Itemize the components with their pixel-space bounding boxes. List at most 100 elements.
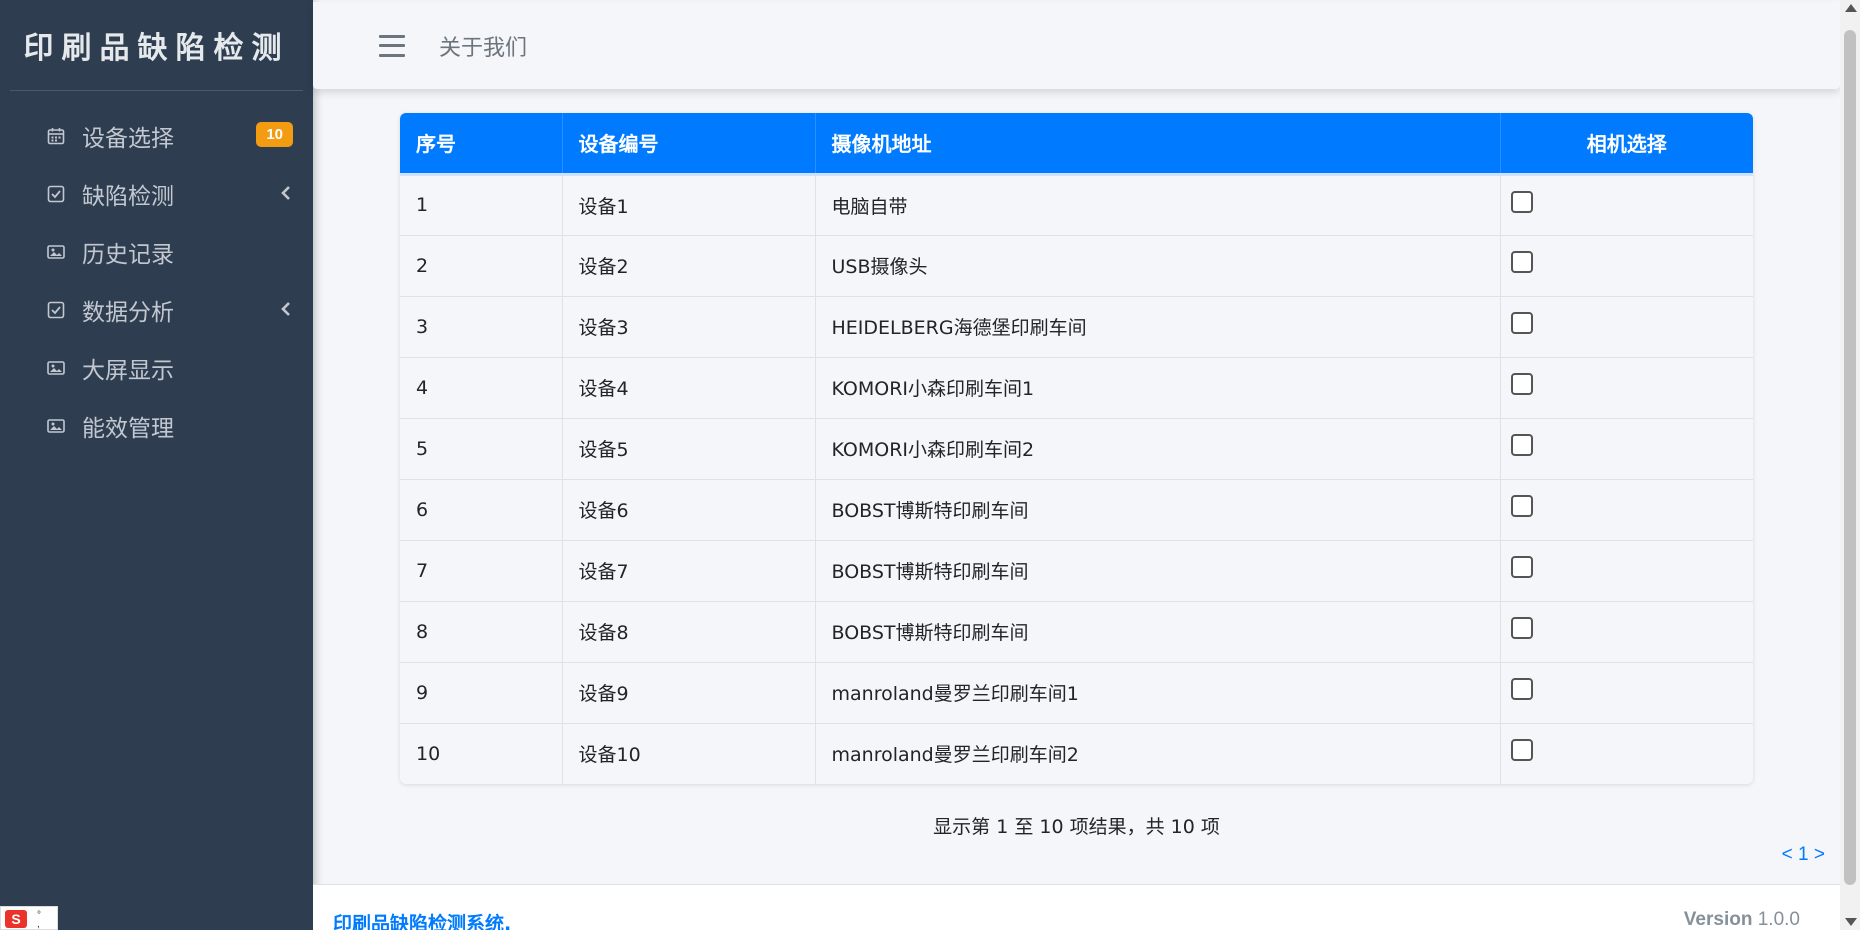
footer-copyright[interactable]: 印刷品缺陷检测系统.	[333, 909, 511, 930]
device-table: 序号 设备编号 摄像机地址 相机选择 1 设备1 电脑自带 2 设备2 USB摄像头 3 设备…	[400, 113, 1753, 784]
about-us-link[interactable]: 关于我们	[439, 30, 527, 62]
sogou-ime-icon: S	[5, 910, 27, 928]
checkbox-icon	[46, 300, 66, 320]
camera-select-checkbox[interactable]	[1510, 617, 1533, 639]
ime-indicator[interactable]: S °,	[0, 906, 58, 930]
sidebar-item-defect-detection[interactable]: 缺陷检测	[0, 165, 313, 223]
cell-camera-address: BOBST博斯特印刷车间	[815, 478, 1501, 540]
brand[interactable]: 印刷品缺陷检测	[10, 0, 303, 91]
cell-index: 5	[400, 417, 563, 479]
sidebar-item-label: 大屏显示	[82, 358, 174, 384]
column-header-camera[interactable]: 摄像机地址	[815, 113, 1501, 174]
cell-device-id: 设备5	[562, 417, 816, 479]
camera-select-checkbox[interactable]	[1510, 434, 1533, 456]
table-row[interactable]: 3 设备3 HEIDELBERG海德堡印刷车间	[400, 295, 1753, 357]
version-value: 1.0.0	[1757, 909, 1800, 930]
camera-select-checkbox[interactable]	[1510, 556, 1533, 578]
cell-camera-address: KOMORI小森印刷车间1	[815, 356, 1501, 418]
column-header-index[interactable]: 序号	[400, 113, 563, 174]
camera-select-checkbox[interactable]	[1510, 190, 1533, 213]
image-icon	[46, 416, 66, 436]
cell-camera-select	[1500, 661, 1753, 723]
pagination[interactable]: < 1 >	[1782, 844, 1825, 866]
version-info: Version 1.0.0	[1684, 909, 1800, 930]
calendar-icon	[46, 126, 66, 146]
version-label: Version	[1683, 909, 1753, 930]
sidebar-item-label: 设备选择	[82, 126, 174, 152]
cell-device-id: 设备9	[562, 661, 816, 723]
cell-camera-select	[1500, 478, 1753, 540]
page-scrollbar[interactable]	[1840, 0, 1860, 930]
cell-index: 7	[400, 539, 563, 601]
table-row[interactable]: 8 设备8 BOBST博斯特印刷车间	[400, 600, 1753, 662]
camera-select-checkbox[interactable]	[1510, 373, 1533, 395]
cell-camera-select	[1500, 295, 1753, 357]
table-row[interactable]: 9 设备9 manroland曼罗兰印刷车间1	[400, 661, 1753, 723]
cell-camera-address: manroland曼罗兰印刷车间2	[815, 722, 1501, 784]
scroll-thumb[interactable]	[1844, 30, 1856, 885]
cell-camera-select	[1500, 600, 1753, 662]
cell-camera-address: HEIDELBERG海德堡印刷车间	[815, 295, 1501, 357]
checkbox-icon	[46, 184, 66, 204]
cell-camera-address: manroland曼罗兰印刷车间1	[815, 661, 1501, 723]
table-row[interactable]: 10 设备10 manroland曼罗兰印刷车间2	[400, 722, 1753, 784]
camera-select-checkbox[interactable]	[1510, 251, 1533, 273]
scroll-up-arrow-icon[interactable]	[1845, 4, 1857, 12]
count-badge: 10	[256, 122, 293, 147]
cell-index: 6	[400, 478, 563, 540]
scroll-down-arrow-icon[interactable]	[1845, 918, 1857, 926]
cell-index: 4	[400, 356, 563, 418]
sidebar-item-energy[interactable]: 能效管理	[0, 397, 313, 455]
image-icon	[46, 358, 66, 378]
cell-device-id: 设备8	[562, 600, 816, 662]
sidebar-item-label: 能效管理	[82, 416, 174, 442]
cell-camera-select	[1500, 722, 1753, 784]
brand-title[interactable]: 印刷品缺陷检测	[24, 23, 290, 67]
table-row[interactable]: 4 设备4 KOMORI小森印刷车间1	[400, 356, 1753, 418]
ime-status-icon: °,	[37, 910, 41, 930]
cell-index: 3	[400, 295, 563, 357]
table-row[interactable]: 2 设备2 USB摄像头	[400, 234, 1753, 296]
sidebar-item-label: 历史记录	[82, 242, 174, 268]
camera-select-checkbox[interactable]	[1510, 495, 1533, 517]
camera-select-checkbox[interactable]	[1510, 739, 1533, 762]
cell-device-id: 设备2	[562, 234, 816, 296]
cell-camera-address: KOMORI小森印刷车间2	[815, 417, 1501, 479]
cell-camera-select	[1500, 356, 1753, 418]
footer: 印刷品缺陷检测系统. Version 1.0.0	[313, 884, 1840, 930]
column-header-device[interactable]: 设备编号	[562, 113, 816, 174]
cell-index: 9	[400, 661, 563, 723]
cell-index: 1	[400, 172, 563, 235]
hamburger-icon[interactable]	[379, 34, 405, 57]
cell-camera-address: USB摄像头	[815, 234, 1501, 296]
table-summary: 显示第 1 至 10 项结果，共 10 项	[933, 816, 1220, 838]
cell-index: 10	[400, 722, 563, 784]
sidebar-item-big-screen[interactable]: 大屏显示	[0, 339, 313, 397]
table-row[interactable]: 7 设备7 BOBST博斯特印刷车间	[400, 539, 1753, 601]
cell-index: 8	[400, 600, 563, 662]
cell-camera-select	[1500, 539, 1753, 601]
table-row[interactable]: 6 设备6 BOBST博斯特印刷车间	[400, 478, 1753, 540]
cell-device-id: 设备10	[562, 722, 816, 784]
sidebar-item-history[interactable]: 历史记录	[0, 223, 313, 281]
column-header-select[interactable]: 相机选择	[1500, 113, 1753, 174]
sidebar: 印刷品缺陷检测 设备选择 10 缺陷检测 历史记录 数据分析 大屏显示 能效管理	[0, 0, 313, 930]
table-row[interactable]: 1 设备1 电脑自带	[400, 172, 1753, 235]
camera-select-checkbox[interactable]	[1510, 312, 1533, 334]
cell-camera-address: BOBST博斯特印刷车间	[815, 539, 1501, 601]
sidebar-item-device-select[interactable]: 设备选择 10	[0, 107, 313, 165]
cell-device-id: 设备4	[562, 356, 816, 418]
cell-camera-address: BOBST博斯特印刷车间	[815, 600, 1501, 662]
cell-device-id: 设备7	[562, 539, 816, 601]
chevron-left-icon[interactable]	[279, 300, 293, 318]
camera-select-checkbox[interactable]	[1510, 678, 1533, 700]
sidebar-item-data-analysis[interactable]: 数据分析	[0, 281, 313, 339]
sidebar-item-label: 数据分析	[82, 300, 174, 326]
chevron-left-icon[interactable]	[279, 184, 293, 202]
cell-device-id: 设备6	[562, 478, 816, 540]
cell-camera-select	[1500, 234, 1753, 296]
cell-camera-address: 电脑自带	[815, 172, 1501, 235]
table-row[interactable]: 5 设备5 KOMORI小森印刷车间2	[400, 417, 1753, 479]
sidebar-nav: 设备选择 10 缺陷检测 历史记录 数据分析 大屏显示 能效管理	[0, 107, 313, 455]
table-header-row: 序号 设备编号 摄像机地址 相机选择	[400, 113, 1753, 174]
